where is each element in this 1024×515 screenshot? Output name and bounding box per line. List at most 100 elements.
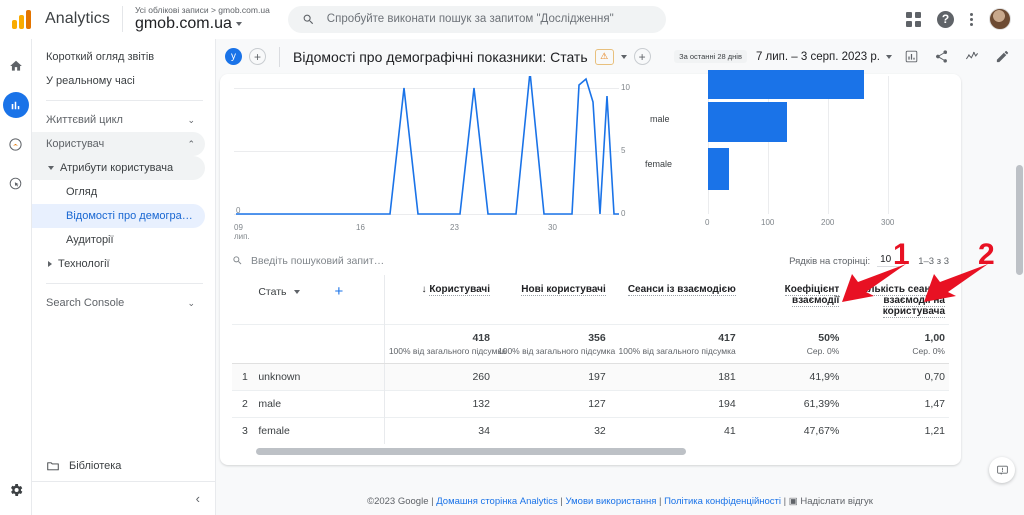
- add-dimension-icon[interactable]: +: [335, 284, 344, 299]
- add-comparison-button[interactable]: +: [249, 48, 266, 65]
- table-search-input[interactable]: Введіть пошуковий запит…: [251, 255, 384, 267]
- row-cell-new-users: 127: [493, 390, 610, 418]
- dimension-header-cell[interactable]: Стать +: [254, 275, 384, 325]
- bar-male: [708, 102, 787, 142]
- chevron-down-icon[interactable]: [620, 54, 627, 59]
- totals-subtext: Сер. 0%: [806, 346, 840, 356]
- trend-icon[interactable]: [964, 49, 980, 64]
- footer-link-privacy[interactable]: Політика конфіденційності: [664, 496, 781, 507]
- add-filter-button[interactable]: +: [633, 48, 651, 65]
- footer-link-analytics-home[interactable]: Домашня сторінка Analytics: [436, 496, 558, 507]
- chevron-down-icon: [886, 54, 892, 59]
- divider: [121, 6, 123, 32]
- sidebar-item-user[interactable]: Користувач ⌃: [32, 132, 205, 156]
- sidebar-item-overview[interactable]: Огляд: [32, 180, 205, 204]
- sort-desc-icon: ↓: [421, 284, 427, 295]
- rail-item-admin[interactable]: [5, 479, 27, 501]
- account-breadcrumb: Усі облікові записи > gmob.com.ua: [134, 4, 270, 15]
- table-row[interactable]: 1 unknown 260 197 181 41,9% 0,70: [232, 363, 949, 391]
- page-title: Відомості про демографічні показники: Ст…: [293, 48, 588, 65]
- users-by-gender-bar-chart[interactable]: male female 0 100 200 300: [630, 70, 961, 246]
- x-tick-label: 16: [356, 223, 365, 232]
- totals-cell: 50% Сер. 0%: [739, 324, 844, 364]
- sidebar-item-label: Користувач: [46, 138, 105, 150]
- sidebar-item-label: Технології: [58, 258, 110, 270]
- rail-item-explore[interactable]: [3, 131, 29, 157]
- sidebar-item-label: У реальному часі: [46, 75, 135, 87]
- rail-item-home[interactable]: [3, 53, 29, 79]
- global-search-input[interactable]: Спробуйте виконати пошук за запитом "Дос…: [287, 5, 666, 33]
- brand-label: Analytics: [45, 10, 110, 27]
- sidebar-item-tech[interactable]: Технології: [32, 252, 205, 276]
- totals-value: 417: [718, 332, 736, 344]
- chevron-down-icon[interactable]: [293, 289, 300, 294]
- footer-separator: |: [560, 496, 563, 507]
- feedback-float-icon[interactable]: [989, 457, 1015, 483]
- column-header-users[interactable]: ↓ Користувачі: [383, 275, 494, 325]
- share-icon[interactable]: [934, 49, 949, 64]
- row-dimension[interactable]: male: [254, 390, 385, 418]
- row-cell-engaged-sessions-per-user: 0,70: [843, 363, 949, 391]
- sidebar-item-label: Короткий огляд звітів: [46, 51, 155, 63]
- y-tick-0-right: 0: [621, 209, 626, 218]
- insights-icon[interactable]: [904, 49, 919, 64]
- sidebar-item-library[interactable]: Бібліотека: [32, 451, 216, 481]
- home-icon: [9, 60, 22, 71]
- page-vertical-scrollbar[interactable]: [1016, 165, 1023, 275]
- totals-cell: 356 100% від загального підсумка: [493, 324, 615, 364]
- row-index: 2: [232, 390, 255, 418]
- divider: [279, 46, 280, 67]
- row-cell-engaged-sessions: 41: [609, 417, 740, 444]
- bar-category-female: female: [645, 159, 673, 169]
- more-options-icon[interactable]: [970, 12, 973, 26]
- report-actions: [904, 49, 1010, 64]
- gear-icon: [10, 484, 22, 496]
- rail-item-advertising[interactable]: [3, 170, 29, 196]
- date-range-selector[interactable]: За останні 28 днів 7 лип. – 3 серп. 2023…: [674, 50, 892, 63]
- column-header-new-users[interactable]: Нові користувачі: [494, 275, 610, 325]
- sidebar-collapse-button[interactable]: ‹: [32, 481, 216, 515]
- row-index-header: [232, 275, 254, 325]
- edit-icon[interactable]: [995, 49, 1010, 64]
- footer-link-terms[interactable]: Умови використання: [566, 496, 657, 507]
- column-header-engaged-sessions[interactable]: Сеанси із взаємодією: [610, 275, 740, 325]
- chevron-left-icon: ‹: [195, 491, 200, 506]
- apps-grid-icon[interactable]: [906, 11, 921, 27]
- sidebar-item-reports-snapshot[interactable]: Короткий огляд звітів: [32, 45, 205, 69]
- sidebar-item-demographic-details[interactable]: Відомості про демографіч…: [32, 204, 205, 228]
- annotation-number-1: 1: [893, 238, 910, 271]
- totals-value: 1,00: [924, 332, 945, 344]
- totals-dimension: [254, 324, 385, 364]
- sidebar-divider: [46, 283, 203, 284]
- table-row[interactable]: 3 female 34 32 41 47,67% 1,21: [232, 417, 949, 444]
- feedback-icon: [996, 465, 1008, 475]
- x-tick-0: 0: [705, 218, 710, 227]
- column-header-engagement-rate[interactable]: Коефіцієнт взаємодії: [740, 275, 844, 325]
- table-horizontal-scrollbar[interactable]: [256, 448, 686, 455]
- x-tick-label: 23: [450, 223, 459, 232]
- sidebar-item-realtime[interactable]: У реальному часі: [32, 69, 205, 93]
- bar-category-male: male: [650, 114, 670, 124]
- row-dimension[interactable]: unknown: [254, 363, 385, 391]
- warning-triangle-icon[interactable]: ⚠: [594, 48, 614, 65]
- analytics-logo-icon: [12, 9, 34, 29]
- totals-cell: 418 100% від загального підсумка: [383, 324, 506, 364]
- row-index: 3: [232, 417, 255, 444]
- sidebar-item-lifecycle[interactable]: Життєвий цикл ⌄: [32, 108, 205, 132]
- row-cell-engaged-sessions: 194: [609, 390, 740, 418]
- sidebar-item-search-console[interactable]: Search Console ⌄: [32, 291, 205, 315]
- rail-item-reports[interactable]: [2, 92, 29, 118]
- help-icon[interactable]: ?: [937, 10, 954, 28]
- sidebar-item-user-attributes[interactable]: Атрибути користувача: [32, 156, 205, 180]
- table-row[interactable]: 2 male 132 127 194 61,39% 1,47: [232, 390, 949, 418]
- search-icon: [233, 256, 242, 265]
- comparison-badge[interactable]: у: [225, 48, 242, 65]
- account-selector[interactable]: Усі облікові записи > gmob.com.ua gmob.c…: [134, 4, 270, 33]
- sidebar-item-audiences[interactable]: Аудиторії: [32, 228, 205, 252]
- avatar[interactable]: [989, 8, 1011, 30]
- row-dimension[interactable]: female: [254, 417, 385, 444]
- footer-link-feedback[interactable]: Надіслати відгук: [800, 496, 873, 507]
- bar-female: [708, 148, 729, 190]
- sidebar-item-label: Огляд: [66, 186, 98, 198]
- users-over-time-line-chart[interactable]: 0 09 лип. 16 23 30 10 5 0: [220, 76, 630, 246]
